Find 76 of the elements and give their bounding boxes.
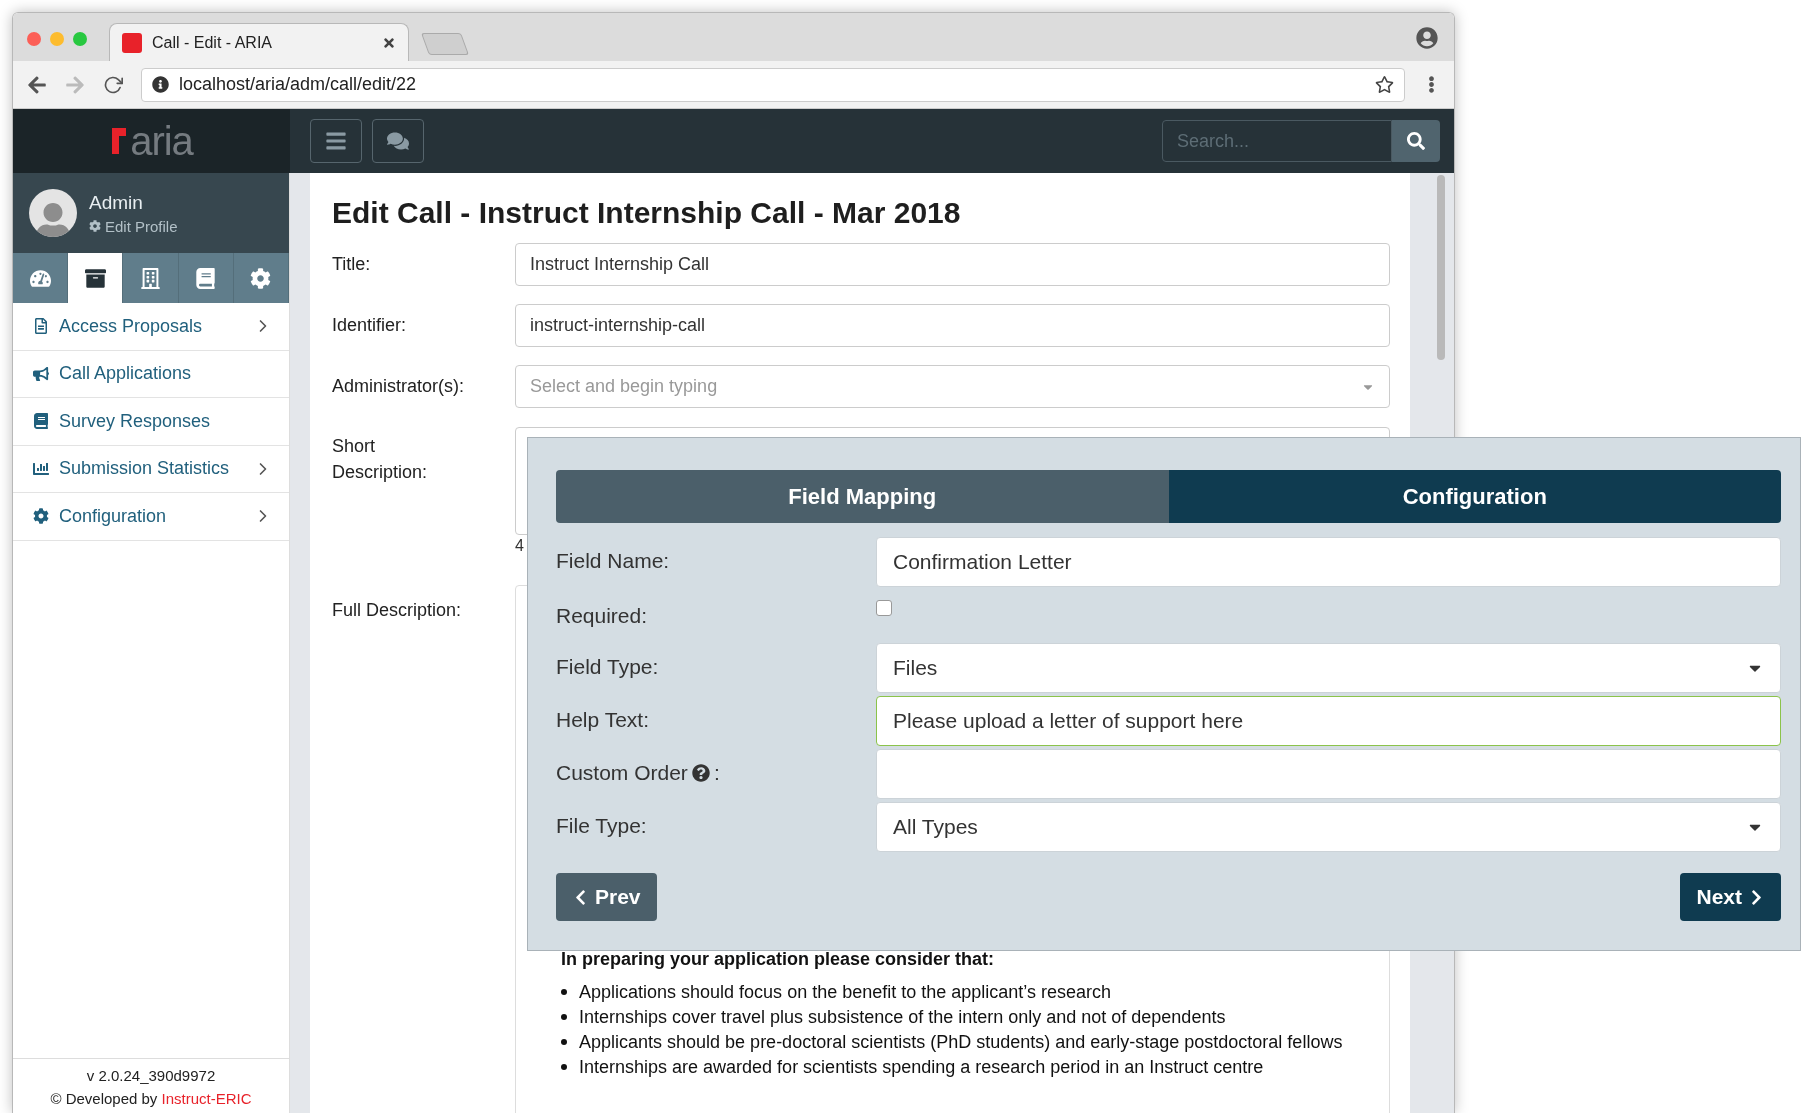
prev-button[interactable]: Prev <box>556 873 657 921</box>
bullet-text: Applicants should be pre-doctoral scientists (PhD students) and early-stage postdoctoral fellows <box>579 1031 1343 1054</box>
bullet-text: Internships cover travel plus subsistence of the intern only and not of dependents <box>579 1006 1226 1029</box>
next-button[interactable]: Next <box>1680 873 1781 921</box>
building-icon <box>140 267 161 289</box>
search-button[interactable] <box>1392 120 1440 162</box>
credit-link[interactable]: Instruct-ERIC <box>161 1090 252 1107</box>
sidebar-item[interactable]: Configuration <box>13 493 289 541</box>
settings-icon <box>89 220 101 232</box>
field-label: Title: <box>332 253 372 276</box>
close-icon[interactable] <box>382 35 396 50</box>
credit-text: © Developed by Instruct-ERIC <box>50 1090 252 1107</box>
sidebar-item[interactable]: Submission Statistics <box>13 445 289 493</box>
book-icon <box>195 267 217 289</box>
page-title: Edit Call - Instruct Internship Call - Mar 2018 <box>332 195 962 231</box>
book-icon <box>33 413 49 430</box>
logo-mark-icon <box>110 126 129 156</box>
chat-button[interactable] <box>372 119 424 163</box>
bullet-dot <box>561 1014 567 1020</box>
field-label: Identifier: <box>332 314 408 337</box>
editor-heading: In preparing your application please consider that: <box>561 948 996 970</box>
checkbox[interactable] <box>876 600 892 616</box>
browser-tab[interactable]: Call - Edit - ARIA <box>109 23 409 61</box>
label-colon: : <box>713 761 720 785</box>
chat-bubbles-icon <box>387 130 409 152</box>
sidebar-item[interactable]: Access Proposals <box>13 303 289 351</box>
field-label: Administrator(s): <box>332 375 466 398</box>
document-icon <box>33 318 49 335</box>
field-label: Field Type: <box>556 654 660 680</box>
text-field[interactable]: Confirmation Letter <box>876 537 1781 587</box>
character-counter: 4 <box>515 537 525 555</box>
bullet-dot <box>561 1039 567 1045</box>
bullet-dot <box>561 989 567 995</box>
select-field[interactable]: All Types <box>876 802 1781 852</box>
back-icon[interactable] <box>27 74 47 95</box>
panel-tab[interactable]: Configuration <box>1168 470 1781 523</box>
favicon-icon <box>122 32 142 53</box>
field-label: Short Description: <box>332 435 429 484</box>
version-text: v 2.0.24_390d9972 <box>86 1067 216 1084</box>
settings-icon <box>33 508 49 525</box>
megaphone-icon <box>33 365 49 382</box>
sidebar-tab[interactable] <box>68 253 124 303</box>
search-field[interactable]: Search... <box>1162 120 1392 162</box>
info-icon <box>152 76 169 93</box>
text-field[interactable]: instruct-internship-call <box>515 304 1390 347</box>
sidebar-item[interactable]: Call Applications <box>13 350 289 398</box>
user-name: Admin <box>89 191 144 214</box>
field-label: Custom Order : <box>556 760 721 787</box>
profile-icon[interactable] <box>1416 27 1438 49</box>
menu-icon <box>325 130 347 152</box>
help-icon[interactable] <box>691 764 710 782</box>
sidebar-item[interactable]: Survey Responses <box>13 398 289 446</box>
text-field[interactable]: Please upload a letter of support here <box>876 696 1781 746</box>
menu-button[interactable] <box>310 119 362 163</box>
field-label: Required: <box>556 603 649 629</box>
field-label: Full Description: <box>332 599 463 622</box>
panel-tab[interactable]: Field Mapping <box>556 470 1169 523</box>
archive-icon <box>84 267 106 289</box>
text-field[interactable]: Instruct Internship Call <box>515 243 1390 286</box>
bullet-text: Applications should focus on the benefit to the applicant’s research <box>579 981 1111 1004</box>
edit-profile-link[interactable]: Edit Profile <box>89 217 178 235</box>
bar-chart-icon <box>33 460 49 477</box>
bullet-text: Internships are awarded for scientists spending a research period in an Instruct centre <box>579 1056 1264 1079</box>
select-field[interactable]: Files <box>876 643 1781 693</box>
settings-icon <box>250 267 272 289</box>
star-icon[interactable] <box>1375 75 1394 94</box>
dashboard-icon <box>29 267 51 289</box>
field-label: File Type: <box>556 813 648 839</box>
reload-icon[interactable] <box>103 74 123 95</box>
field-label: Field Name: <box>556 548 671 574</box>
address-bar[interactable]: localhost/aria/adm/call/edit/22 <box>141 67 1405 102</box>
bullet-dot <box>561 1064 567 1070</box>
text-field[interactable] <box>876 749 1781 799</box>
search-icon <box>1407 132 1425 150</box>
field-label: Help Text: <box>556 707 650 733</box>
logo[interactable]: aria <box>13 109 290 173</box>
